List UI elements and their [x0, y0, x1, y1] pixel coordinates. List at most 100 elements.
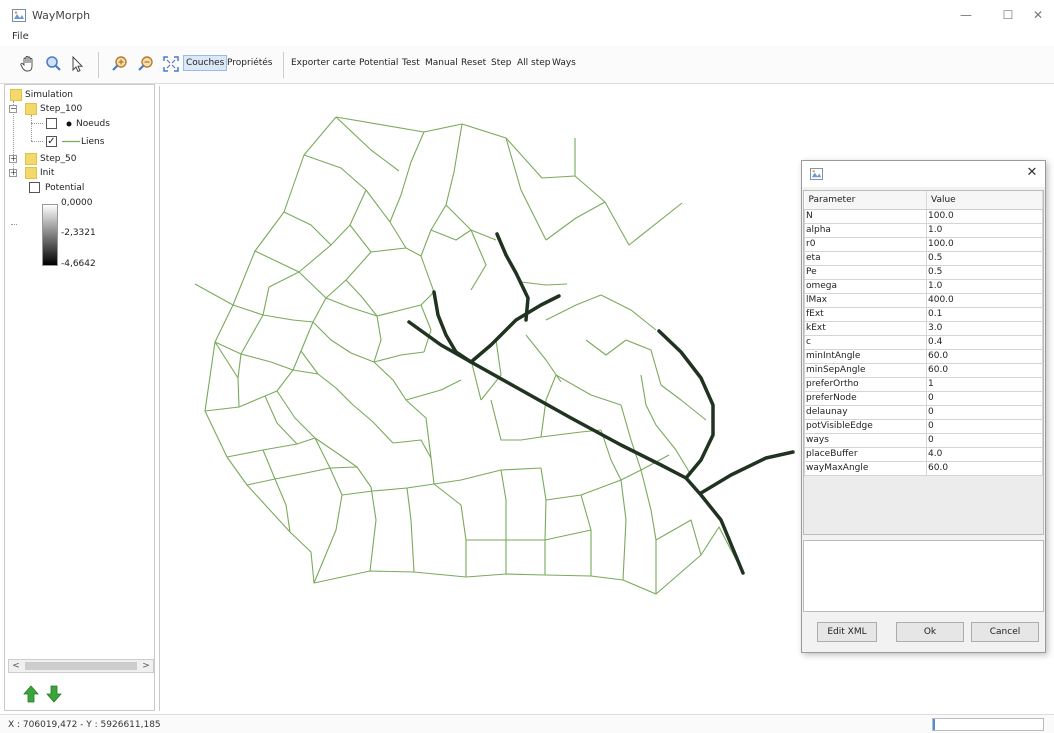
potential-button[interactable]: Potential — [359, 58, 398, 68]
parameter-row[interactable]: c 0.4 — [804, 334, 1043, 350]
collapse-expander-icon[interactable]: − — [9, 105, 17, 113]
parameter-value-cell[interactable]: 1.0 — [926, 222, 1043, 238]
zoom-out-icon[interactable] — [136, 54, 156, 74]
parameter-name-cell[interactable]: preferNode — [804, 390, 927, 406]
parameter-row[interactable]: preferOrtho 1 — [804, 376, 1043, 392]
step-button[interactable]: Step — [491, 58, 512, 68]
cancel-button[interactable]: Cancel — [971, 622, 1039, 642]
parameter-row[interactable]: minIntAngle 60.0 — [804, 348, 1043, 364]
expand-expander-icon[interactable]: + — [9, 169, 17, 177]
parameter-value-cell[interactable]: 400.0 — [926, 292, 1043, 308]
parameter-row[interactable]: fExt 0.1 — [804, 306, 1043, 322]
maximize-button[interactable]: ☐ — [996, 6, 1020, 24]
proprietes-button[interactable]: Propriétés — [227, 58, 272, 68]
test-button[interactable]: Test — [402, 58, 420, 68]
expand-expander-icon[interactable]: + — [9, 155, 17, 163]
parameter-value-cell[interactable]: 60.0 — [926, 460, 1043, 476]
parameter-row[interactable]: lMax 400.0 — [804, 292, 1043, 308]
scroll-left-arrow-icon[interactable]: < — [9, 660, 23, 672]
parameter-value-cell[interactable]: 0.5 — [926, 250, 1043, 266]
tree-item-init[interactable]: Init — [40, 167, 54, 179]
horizontal-scrollbar[interactable]: < > — [8, 659, 154, 673]
parameter-value-cell[interactable]: 60.0 — [926, 348, 1043, 364]
couches-button[interactable]: Couches — [183, 55, 228, 71]
liens-checkbox[interactable]: ✓ — [46, 136, 57, 147]
parameter-value-cell[interactable]: 1 — [926, 376, 1043, 392]
parameter-row[interactable]: minSepAngle 60.0 — [804, 362, 1043, 378]
hand-pan-icon[interactable] — [18, 54, 38, 74]
parameter-value-cell[interactable]: 0 — [926, 432, 1043, 448]
parameter-name-cell[interactable]: kExt — [804, 320, 927, 336]
scroll-right-arrow-icon[interactable]: > — [139, 660, 153, 672]
parameter-name-cell[interactable]: potVisibleEdge — [804, 418, 927, 434]
parameter-name-cell[interactable]: minIntAngle — [804, 348, 927, 364]
parameter-row[interactable]: preferNode 0 — [804, 390, 1043, 406]
parameter-value-cell[interactable]: 1.0 — [926, 278, 1043, 294]
parameter-value-cell[interactable]: 0.1 — [926, 306, 1043, 322]
parameter-value-cell[interactable]: 100.0 — [926, 236, 1043, 252]
parameter-name-cell[interactable]: Pe — [804, 264, 927, 280]
parameter-row[interactable]: alpha 1.0 — [804, 222, 1043, 238]
ways-button[interactable]: Ways — [552, 58, 576, 68]
parameter-name-cell[interactable]: preferOrtho — [804, 376, 927, 392]
manual-button[interactable]: Manual — [425, 58, 458, 68]
parameter-name-cell[interactable]: N — [804, 208, 927, 224]
parameter-value-cell[interactable]: 4.0 — [926, 446, 1043, 462]
parameter-name-cell[interactable]: c — [804, 334, 927, 350]
menu-file[interactable]: File — [12, 31, 29, 42]
tree-item-noeuds[interactable]: Noeuds — [76, 118, 110, 130]
parameter-row[interactable]: potVisibleEdge 0 — [804, 418, 1043, 434]
parameter-row[interactable]: N 100.0 — [804, 208, 1043, 224]
ok-button[interactable]: Ok — [896, 622, 964, 642]
parameter-value-cell[interactable]: 0 — [926, 390, 1043, 406]
column-header-value[interactable]: Value — [926, 191, 1043, 210]
parameter-row[interactable]: placeBuffer 4.0 — [804, 446, 1043, 462]
reset-button[interactable]: Reset — [461, 58, 486, 68]
all-step-button[interactable]: All step — [517, 58, 551, 68]
minimize-button[interactable]: — — [954, 6, 978, 24]
parameter-name-cell[interactable]: delaunay — [804, 404, 927, 420]
parameter-value-cell[interactable]: 0 — [926, 418, 1043, 434]
parameter-value-cell[interactable]: 0.4 — [926, 334, 1043, 350]
noeuds-checkbox[interactable] — [46, 118, 57, 129]
tree-item-step-100[interactable]: Step_100 — [40, 103, 82, 115]
parameter-name-cell[interactable]: fExt — [804, 306, 927, 322]
parameter-row[interactable]: omega 1.0 — [804, 278, 1043, 294]
parameter-value-cell[interactable]: 3.0 — [926, 320, 1043, 336]
parameter-value-cell[interactable]: 0 — [926, 404, 1043, 420]
dialog-close-button[interactable]: ✕ — [1024, 165, 1040, 183]
column-header-parameter[interactable]: Parameter — [804, 191, 927, 210]
tree-item-liens[interactable]: Liens — [81, 136, 104, 148]
parameter-value-cell[interactable]: 100.0 — [926, 208, 1043, 224]
parameter-name-cell[interactable]: lMax — [804, 292, 927, 308]
magnifier-icon[interactable] — [44, 54, 64, 74]
parameter-row[interactable]: ways 0 — [804, 432, 1043, 448]
parameter-name-cell[interactable]: omega — [804, 278, 927, 294]
parameter-name-cell[interactable]: wayMaxAngle — [804, 460, 927, 476]
parameter-name-cell[interactable]: ways — [804, 432, 927, 448]
exporter-carte-button[interactable]: Exporter carte — [291, 58, 356, 68]
parameter-name-cell[interactable]: placeBuffer — [804, 446, 927, 462]
tree-root-simulation[interactable]: Simulation — [25, 89, 73, 101]
parameter-name-cell[interactable]: eta — [804, 250, 927, 266]
edit-xml-button[interactable]: Edit XML — [817, 622, 877, 642]
arrow-select-icon[interactable] — [68, 54, 88, 74]
move-layer-down-icon[interactable] — [46, 685, 62, 703]
parameter-value-cell[interactable]: 0.5 — [926, 264, 1043, 280]
parameter-row[interactable]: kExt 3.0 — [804, 320, 1043, 336]
close-window-button[interactable]: ✕ — [1026, 6, 1050, 24]
xml-text-area[interactable] — [803, 540, 1044, 612]
parameter-row[interactable]: eta 0.5 — [804, 250, 1043, 266]
zoom-in-icon[interactable] — [110, 54, 130, 74]
parameter-row[interactable]: delaunay 0 — [804, 404, 1043, 420]
parameter-name-cell[interactable]: alpha — [804, 222, 927, 238]
parameter-value-cell[interactable]: 60.0 — [926, 362, 1043, 378]
parameter-row[interactable]: r0 100.0 — [804, 236, 1043, 252]
parameter-row[interactable]: wayMaxAngle 60.0 — [804, 460, 1043, 476]
potential-checkbox[interactable] — [29, 182, 40, 193]
parameter-name-cell[interactable]: r0 — [804, 236, 927, 252]
fit-extent-icon[interactable] — [161, 54, 181, 74]
parameter-name-cell[interactable]: minSepAngle — [804, 362, 927, 378]
move-layer-up-icon[interactable] — [23, 685, 39, 703]
tree-item-potential[interactable]: Potential — [45, 182, 84, 194]
